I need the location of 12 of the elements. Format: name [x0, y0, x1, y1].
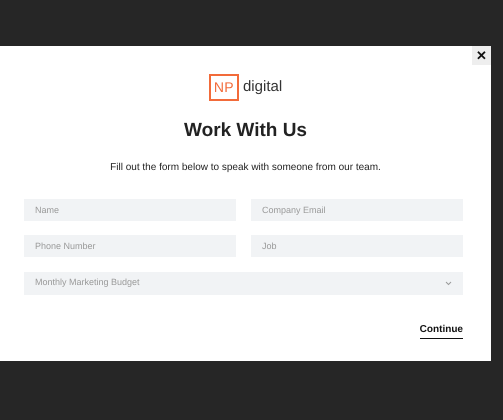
subtitle: Fill out the form below to speak with someone from our team. — [109, 160, 382, 174]
chevron-down-icon — [445, 280, 452, 286]
input-field[interactable]: Company Email — [251, 198, 463, 220]
select-placeholder: Monthly Marketing Budget — [35, 276, 140, 290]
close-button[interactable]: ✕ — [472, 46, 491, 65]
logo-mark: NP — [208, 74, 239, 101]
input-field[interactable]: Name — [24, 198, 236, 220]
input-field[interactable]: Phone Number — [24, 234, 236, 256]
input-field[interactable]: Job — [251, 234, 463, 256]
title: Work With Us — [183, 119, 308, 143]
continue-button[interactable]: Continue — [420, 322, 463, 338]
logo-text: digital — [242, 77, 282, 98]
